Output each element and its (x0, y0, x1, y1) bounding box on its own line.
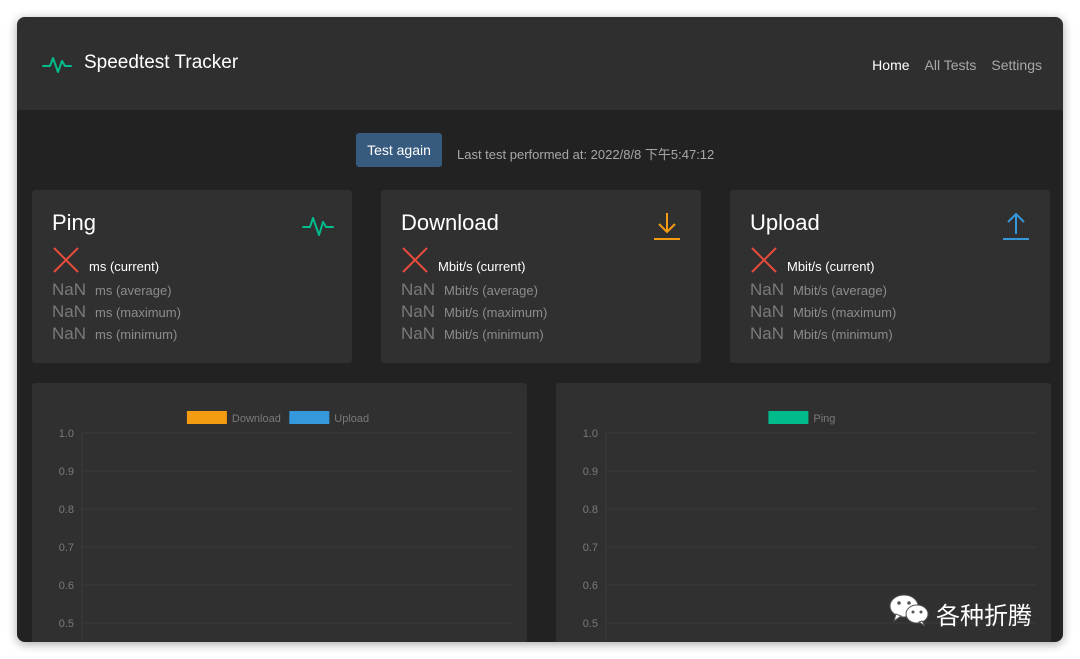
nav-all-tests[interactable]: All Tests (925, 57, 977, 73)
y-tick-label: 0.5 (59, 618, 74, 630)
stat-value: NaN (401, 324, 436, 343)
watermark-text: 各种折腾 (936, 602, 1032, 630)
pulse-icon (302, 217, 334, 236)
stat-value: NaN (52, 302, 87, 321)
stat-unit: ms (minimum) (95, 327, 178, 342)
stat-value: NaN (750, 280, 785, 299)
y-tick-label: 0.9 (583, 466, 598, 478)
stat-value: NaN (750, 302, 785, 321)
download-maximum-row: NaN Mbit/s (maximum) (401, 302, 547, 322)
y-tick-label: 1.0 (583, 428, 598, 440)
pulse-icon (42, 57, 72, 73)
ping-card: Ping ms (current) NaN ms (average) NaN m… (32, 190, 352, 363)
stat-value: NaN (750, 324, 785, 343)
stat-value: NaN (401, 302, 436, 321)
error-x-icon (402, 247, 428, 273)
legend-label-download[interactable]: Download (232, 413, 281, 425)
stat-value: NaN (401, 280, 436, 299)
ping-title: Ping (52, 210, 97, 235)
download-current-unit: Mbit/s (current) (438, 259, 526, 274)
download-arrow-icon (654, 213, 680, 240)
stat-unit: Mbit/s (average) (793, 283, 887, 298)
upload-minimum-row: NaN Mbit/s (minimum) (750, 324, 893, 344)
legend-swatch-download[interactable] (186, 411, 227, 424)
watermark: 各种折腾 (888, 592, 1048, 630)
legend-label-ping[interactable]: Ping (813, 413, 835, 425)
stat-value: NaN (52, 324, 87, 343)
upload-current-unit: Mbit/s (current) (787, 259, 875, 274)
stat-unit: Mbit/s (maximum) (793, 305, 897, 320)
y-tick-label: 0.5 (583, 618, 598, 630)
legend-swatch-upload[interactable] (289, 411, 330, 424)
upload-maximum-row: NaN Mbit/s (maximum) (750, 302, 896, 322)
y-tick-label: 0.6 (583, 580, 598, 592)
error-x-icon (751, 247, 777, 273)
stat-unit: ms (maximum) (95, 305, 181, 320)
y-tick-label: 0.8 (59, 504, 74, 516)
y-tick-label: 0.8 (583, 504, 598, 516)
download-average-row: NaN Mbit/s (average) (401, 280, 538, 300)
upload-average-row: NaN Mbit/s (average) (750, 280, 887, 300)
ping-average-row: NaN ms (average) (52, 280, 172, 300)
app-title[interactable]: Speedtest Tracker (84, 52, 238, 74)
error-x-icon (53, 247, 79, 273)
download-title: Download (401, 210, 499, 235)
test-again-button[interactable]: Test again (356, 133, 442, 167)
ping-minimum-row: NaN ms (minimum) (52, 324, 177, 344)
app-window: Speedtest Tracker Home All Tests Setting… (17, 17, 1063, 642)
wechat-icon (889, 594, 929, 627)
navbar: Speedtest Tracker Home All Tests Setting… (17, 17, 1063, 110)
speed-chart: Download Upload 1.0 0.9 0.8 0.7 0.6 0.5 (59, 411, 512, 642)
nav-menu: Home All Tests Settings (872, 57, 1042, 73)
ping-current-unit: ms (current) (89, 259, 160, 274)
speed-chart-panel: Download Upload 1.0 0.9 0.8 0.7 0.6 0.5 (32, 383, 527, 642)
legend-swatch-ping[interactable] (768, 411, 809, 424)
upload-card: Upload Mbit/s (current) NaN Mbit/s (aver… (730, 190, 1050, 363)
y-tick-label: 0.7 (583, 542, 598, 554)
y-tick-label: 1.0 (59, 428, 74, 440)
ping-maximum-row: NaN ms (maximum) (52, 302, 181, 322)
upload-title: Upload (750, 210, 820, 235)
nav-home[interactable]: Home (872, 57, 909, 73)
last-test-timestamp: Last test performed at: 2022/8/8 下午5:47:… (457, 147, 715, 162)
nav-settings[interactable]: Settings (991, 57, 1042, 73)
stat-unit: Mbit/s (minimum) (444, 327, 544, 342)
upload-arrow-icon (1003, 212, 1029, 240)
stat-value: NaN (52, 280, 87, 299)
download-card: Download Mbit/s (current) NaN Mbit/s (av… (381, 190, 701, 363)
y-tick-label: 0.6 (59, 580, 74, 592)
stat-unit: Mbit/s (average) (444, 283, 538, 298)
download-minimum-row: NaN Mbit/s (minimum) (401, 324, 544, 344)
y-tick-label: 0.7 (59, 542, 74, 554)
stat-unit: ms (average) (95, 283, 172, 298)
legend-label-upload[interactable]: Upload (334, 413, 369, 425)
stat-unit: Mbit/s (maximum) (444, 305, 548, 320)
stat-unit: Mbit/s (minimum) (793, 327, 893, 342)
y-tick-label: 0.9 (59, 466, 74, 478)
